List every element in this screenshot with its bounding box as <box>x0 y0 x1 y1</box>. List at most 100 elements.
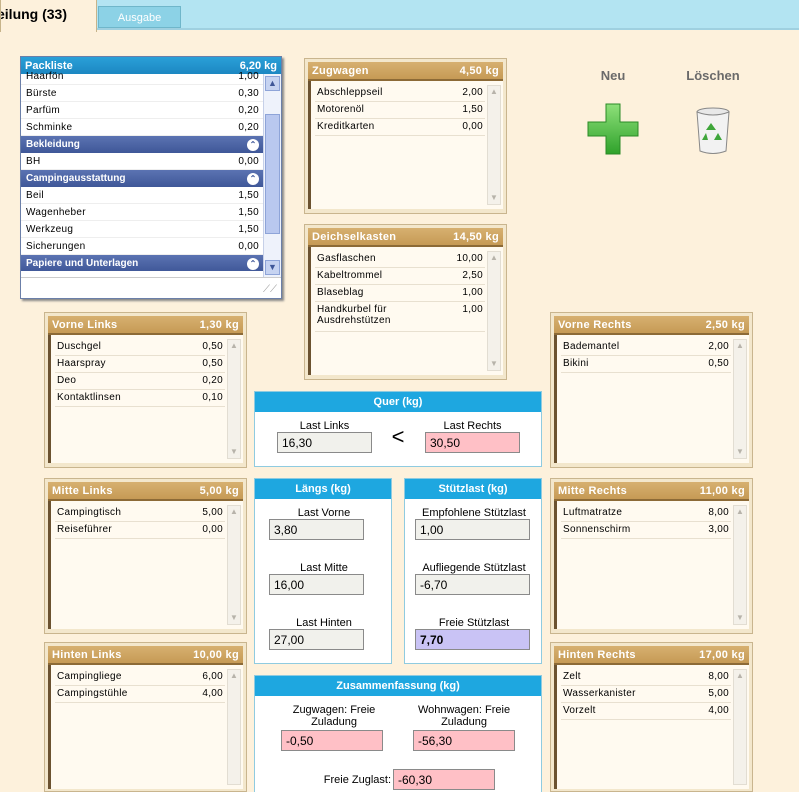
freie-stuetzlast-label: Freie Stützlast <box>438 617 510 629</box>
freie-zuglast-field[interactable]: -60,30 <box>393 769 495 790</box>
list-item[interactable]: Kontaktlinsen 0,10 <box>55 390 225 407</box>
packliste-item[interactable]: Schminke 0,20 <box>21 119 263 136</box>
list-item[interactable]: Bikini 0,50 <box>561 356 731 373</box>
packliste-item[interactable]: Beil 1,50 <box>21 187 263 204</box>
panel-mitte-rechts[interactable]: Mitte Rechts 11,00 kg Luftmatratze 8,00 Son… <box>550 478 753 634</box>
last-hinten-field[interactable]: 27,00 <box>269 629 364 650</box>
item-name: Zelt <box>563 671 581 682</box>
item-name: Haarfön <box>26 70 64 82</box>
item-weight: 4,00 <box>202 688 223 699</box>
last-vorne-field[interactable]: 3,80 <box>269 519 364 540</box>
panel-vorne-rechts[interactable]: Vorne Rechts 2,50 kg Bademantel 2,00 Bikini… <box>550 312 753 468</box>
item-weight: 0,00 <box>462 121 483 132</box>
tab-verteilung[interactable]: eilung (33) <box>0 0 97 32</box>
panel-deichselkasten[interactable]: Deichselkasten 14,50 kg Gasflaschen 10,00 K… <box>304 224 507 380</box>
packliste-item[interactable]: Wagenheber 1,50 <box>21 204 263 221</box>
summary-box: Zusammenfassung (kg) Zugwagen: Freie Zul… <box>254 675 542 792</box>
item-weight: 5,00 <box>202 507 223 518</box>
packliste-category[interactable]: Papiere und Unterlagen ⌃ <box>21 255 263 271</box>
scrollbar[interactable]: ▲ <box>227 669 241 785</box>
aufliegende-stuetzlast-label: Aufliegende Stützlast <box>422 562 526 574</box>
packliste-category[interactable]: Bekleidung ⌃ <box>21 136 263 153</box>
panel-hinten-rechts[interactable]: Hinten Rechts 17,00 kg Zelt 8,00 Wasserkani… <box>550 642 753 792</box>
category-label: Bekleidung <box>26 139 80 150</box>
wohnwagen-zuladung-field[interactable]: -56,30 <box>413 730 515 751</box>
list-item[interactable]: Bademantel 2,00 <box>561 339 731 356</box>
packliste-item[interactable]: BH 0,00 <box>21 153 263 170</box>
tab-verteilung-label: eilung (33) <box>0 6 68 22</box>
item-name: Reiseführer <box>57 524 112 535</box>
empfohlene-stuetzlast-field[interactable]: 1,00 <box>415 519 530 540</box>
tab-ausgabe[interactable]: Ausgabe <box>98 6 181 28</box>
packliste-list: Haarfön 1,00 Bürste 0,30 Parfüm 0,20 Schminke 0… <box>21 68 263 271</box>
scrollbar[interactable]: ▲ ▼ <box>487 85 501 205</box>
list-item[interactable]: Campingstühle 4,00 <box>55 686 225 703</box>
list-item[interactable]: Deo 0,20 <box>55 373 225 390</box>
packliste-item[interactable]: Bürste 0,30 <box>21 85 263 102</box>
scrollbar[interactable]: ▲ ▼ <box>733 339 747 459</box>
collapse-toggle-icon[interactable]: ⌃ <box>247 257 259 270</box>
list-item[interactable]: Blaseblag 1,00 <box>315 285 485 302</box>
packliste-item[interactable]: Sicherungen 0,00 <box>21 238 263 255</box>
item-name: Bürste <box>26 87 57 99</box>
list-item[interactable]: Gasflaschen 10,00 <box>315 251 485 268</box>
last-hinten-label: Last Hinten <box>296 617 352 629</box>
list-item[interactable]: Duschgel 0,50 <box>55 339 225 356</box>
list-item[interactable]: Reiseführer 0,00 <box>55 522 225 539</box>
last-rechts-field[interactable]: 30,50 <box>425 432 520 453</box>
list-item[interactable]: Haarspray 0,50 <box>55 356 225 373</box>
zugwagen-zuladung-field[interactable]: -0,50 <box>281 730 383 751</box>
panel-zugwagen[interactable]: Zugwagen 4,50 kg Abschleppseil 2,00 Motoren… <box>304 58 507 214</box>
collapse-toggle-icon[interactable]: ⌃ <box>247 172 259 185</box>
packliste-item[interactable]: Werkzeug 1,50 <box>21 221 263 238</box>
list-item[interactable]: Kreditkarten 0,00 <box>315 119 485 136</box>
last-mitte-field[interactable]: 16,00 <box>269 574 364 595</box>
stuetzlast-title: Stützlast (kg) <box>405 479 541 499</box>
list-item[interactable]: Abschleppseil 2,00 <box>315 85 485 102</box>
scroll-up-icon[interactable]: ▲ <box>265 76 280 91</box>
item-weight: 0,20 <box>202 375 223 386</box>
scroll-down-icon[interactable]: ▼ <box>265 260 280 275</box>
list-item[interactable]: Zelt 8,00 <box>561 669 731 686</box>
resize-grip-icon[interactable]: ⟋⟋ <box>263 284 277 295</box>
collapse-toggle-icon[interactable]: ⌃ <box>247 138 259 151</box>
list-item[interactable]: Motorenöl 1,50 <box>315 102 485 119</box>
panel-mitte-links[interactable]: Mitte Links 5,00 kg Campingtisch 5,00 Reise… <box>44 478 247 634</box>
packliste-category[interactable]: Campingausstattung ⌃ <box>21 170 263 187</box>
list-item[interactable]: Campingtisch 5,00 <box>55 505 225 522</box>
list-item[interactable]: Vorzelt 4,00 <box>561 703 731 720</box>
add-plus-icon[interactable] <box>586 102 640 156</box>
panel-total: 17,00 kg <box>699 648 745 661</box>
scrollbar[interactable]: ▲ <box>733 669 747 785</box>
panel-hinten-links[interactable]: Hinten Links 10,00 kg Campingliege 6,00 Cam… <box>44 642 247 792</box>
scrollbar[interactable]: ▲ ▼ <box>487 251 501 371</box>
freie-stuetzlast-field[interactable]: 7,70 <box>415 629 530 650</box>
item-name: Duschgel <box>57 341 102 352</box>
list-item[interactable]: Luftmatratze 8,00 <box>561 505 731 522</box>
panel-mitte-rechts-header: Mitte Rechts 11,00 kg <box>554 482 749 501</box>
item-weight: 1,50 <box>238 189 259 201</box>
last-links-field[interactable]: 16,30 <box>277 432 372 453</box>
packliste-item[interactable]: Parfüm 0,20 <box>21 102 263 119</box>
list-item[interactable]: Campingliege 6,00 <box>55 669 225 686</box>
scrollbar[interactable]: ▲ ▼ <box>227 339 241 459</box>
scroll-thumb[interactable] <box>265 114 280 234</box>
zugwagen-zuladung-label: Zugwagen: Freie Zuladung <box>292 704 376 728</box>
packliste-scrollbar[interactable]: ▲ ▼ <box>263 74 281 277</box>
aufliegende-stuetzlast-field[interactable]: -6,70 <box>415 574 530 595</box>
item-name: Kabeltrommel <box>317 270 383 281</box>
panel-title: Hinten Rechts <box>558 648 636 661</box>
laengs-title: Längs (kg) <box>255 479 391 499</box>
scrollbar[interactable]: ▲ ▼ <box>733 505 747 625</box>
list-item[interactable]: Wasserkanister 5,00 <box>561 686 731 703</box>
packliste-item[interactable]: Haarfön 1,00 <box>21 68 263 85</box>
panel-vorne-links[interactable]: Vorne Links 1,30 kg Duschgel 0,50 Haarspray… <box>44 312 247 468</box>
recycle-bin-icon[interactable] <box>694 106 732 156</box>
panel-hinten-rechts-header: Hinten Rechts 17,00 kg <box>554 646 749 665</box>
list-item[interactable]: Handkurbel für Ausdrehstützen 1,00 <box>315 302 485 332</box>
item-name: Parfüm <box>26 104 61 116</box>
scrollbar[interactable]: ▲ ▼ <box>227 505 241 625</box>
comparison-sign: < <box>391 424 405 449</box>
list-item[interactable]: Sonnenschirm 3,00 <box>561 522 731 539</box>
list-item[interactable]: Kabeltrommel 2,50 <box>315 268 485 285</box>
